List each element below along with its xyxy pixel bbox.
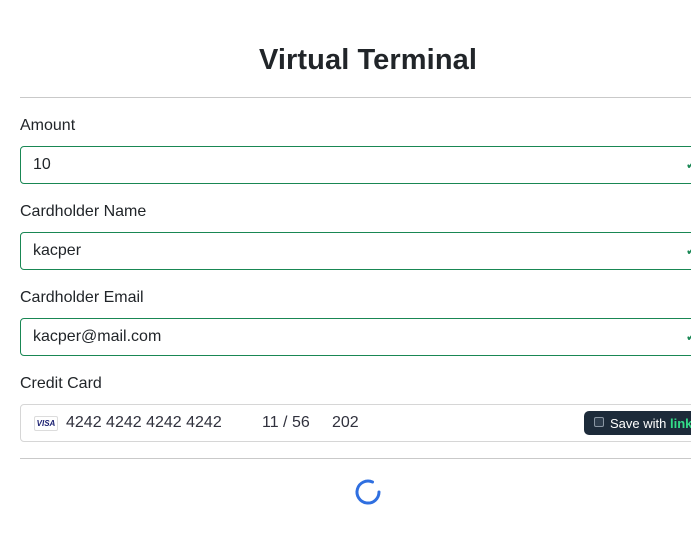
credit-card-label: Credit Card [20, 375, 102, 392]
credit-card-field[interactable]: VISA 4242 4242 4242 4242 11 / 56 202 Sav… [20, 404, 691, 442]
page-title: Virtual Terminal [258, 44, 478, 76]
save-with-link-label: Save with link [610, 416, 691, 431]
cardholder-email-input[interactable] [20, 318, 691, 356]
spinner-icon [355, 479, 381, 505]
form-divider [20, 458, 691, 459]
check-icon: ✔ [686, 245, 691, 257]
check-icon: ✔ [686, 159, 691, 171]
save-with-link-toggle[interactable]: Save with link [584, 411, 691, 435]
save-with-link-text: Save with [610, 416, 670, 431]
cardholder-email-label: Cardholder Email [20, 289, 144, 306]
card-cvc-input[interactable]: 202 [332, 414, 359, 432]
amount-input[interactable] [20, 146, 691, 184]
title-divider [20, 97, 691, 98]
save-with-link-checkbox[interactable] [594, 417, 604, 427]
amount-label: Amount [20, 117, 76, 134]
link-logo: link [669, 416, 691, 431]
card-number-input[interactable]: 4242 4242 4242 4242 [66, 414, 222, 432]
visa-icon: VISA [34, 416, 58, 431]
cardholder-name-label: Cardholder Name [20, 203, 147, 220]
cardholder-name-input[interactable] [20, 232, 691, 270]
card-expiry-input[interactable]: 11 / 56 [262, 414, 310, 432]
check-icon: ✔ [686, 331, 691, 343]
virtual-terminal-page: Virtual Terminal Amount ✔ Cardholder Nam… [0, 0, 691, 549]
